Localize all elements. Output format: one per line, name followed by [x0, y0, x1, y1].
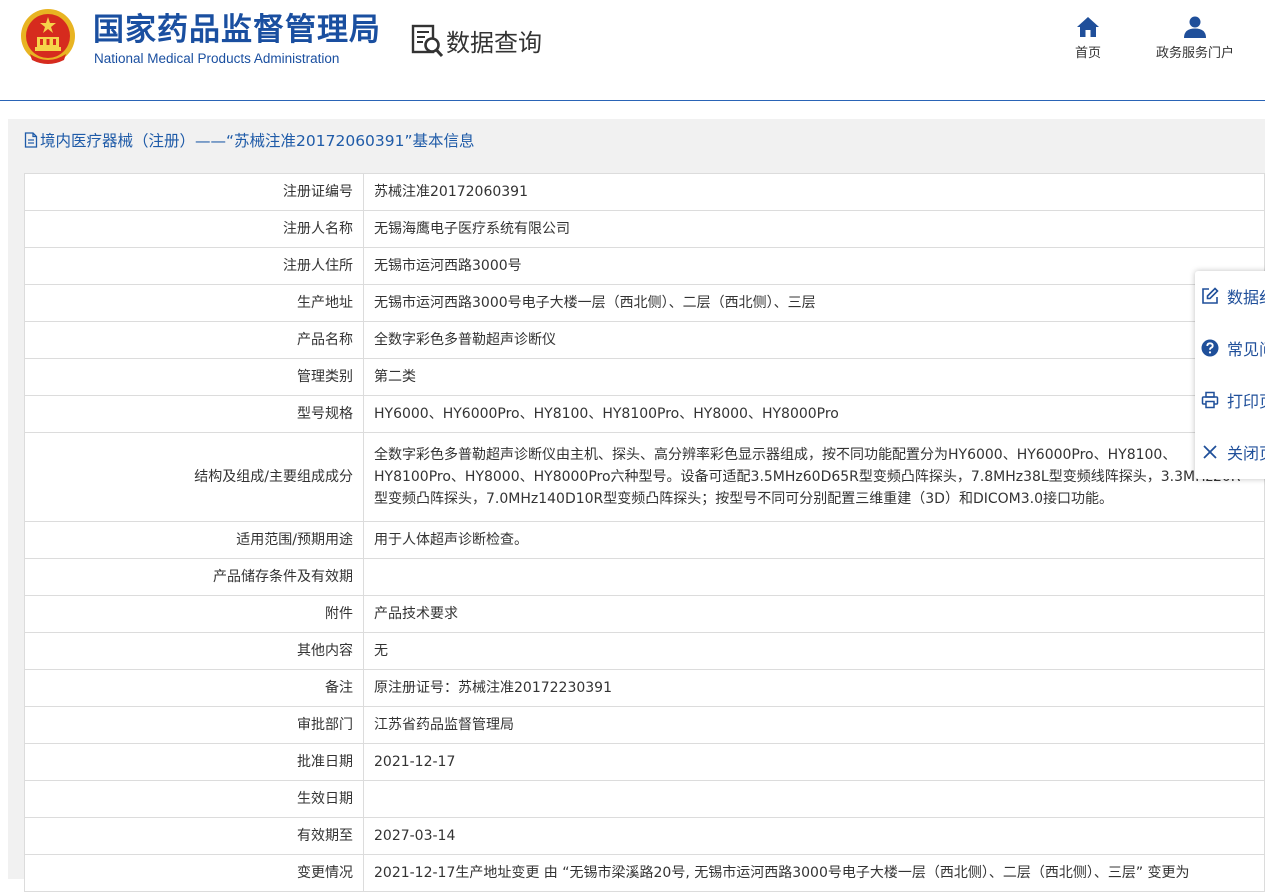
- table-row: 有效期至 2027-03-14: [24, 817, 1265, 855]
- national-emblem-icon: [21, 9, 75, 64]
- print-label: 打印页面: [1227, 392, 1265, 411]
- field-value: [363, 558, 1265, 596]
- data-correction-button[interactable]: 数据纠错: [1201, 284, 1265, 308]
- table-row: 管理类别 第二类: [24, 358, 1265, 396]
- field-label: 批准日期: [24, 743, 364, 781]
- field-value: 全数字彩色多普勒超声诊断仪: [363, 321, 1265, 359]
- field-value: 第二类: [363, 358, 1265, 396]
- field-value: 全数字彩色多普勒超声诊断仪由主机、探头、高分辨率彩色显示器组成，按不同功能配置分…: [363, 432, 1265, 522]
- table-row: 变更情况 2021-12-17生产地址变更 由 “无锡市梁溪路20号, 无锡市运河…: [24, 854, 1265, 892]
- edit-icon: [1202, 287, 1219, 304]
- brand-title-en: National Medical Products Administration: [94, 51, 340, 66]
- field-value: [363, 780, 1265, 818]
- field-label: 适用范围/预期用途: [24, 521, 364, 559]
- breadcrumb: 境内医疗器械（注册）——“苏械注准20172060391”基本信息: [24, 129, 475, 151]
- user-icon: [1184, 16, 1206, 38]
- print-button[interactable]: 打印页面: [1201, 388, 1265, 412]
- field-value: 苏械注准20172060391: [363, 173, 1265, 211]
- field-value: 江苏省药品监督管理局: [363, 706, 1265, 744]
- field-label: 审批部门: [24, 706, 364, 744]
- device-info-table: 注册证编号 苏械注准20172060391 注册人名称 无锡海鹰电子医疗系统有限公司…: [24, 173, 1265, 892]
- field-value: 无锡市运河西路3000号: [363, 247, 1265, 285]
- data-correction-label: 数据纠错: [1227, 288, 1265, 307]
- data-query-label: 数据查询: [446, 28, 542, 57]
- field-label: 生效日期: [24, 780, 364, 818]
- field-label: 注册人名称: [24, 210, 364, 248]
- close-icon: [1203, 445, 1217, 459]
- field-value: 用于人体超声诊断检查。: [363, 521, 1265, 559]
- field-value: 无锡海鹰电子医疗系统有限公司: [363, 210, 1265, 248]
- field-label: 附件: [24, 595, 364, 633]
- table-row: 批准日期 2021-12-17: [24, 743, 1265, 781]
- faq-label: 常见问题: [1227, 340, 1265, 359]
- field-label: 注册证编号: [24, 173, 364, 211]
- nav-portal-link[interactable]: 政务服务门户: [1145, 16, 1245, 61]
- close-page-button[interactable]: 关闭页面: [1201, 440, 1265, 464]
- close-page-label: 关闭页面: [1227, 444, 1265, 463]
- table-row: 其他内容无: [24, 632, 1265, 670]
- brand-title-cn: 国家药品监督管理局: [93, 12, 381, 48]
- document-icon: [24, 132, 38, 148]
- field-value: 无: [363, 632, 1265, 670]
- table-row: 产品名称 全数字彩色多普勒超声诊断仪: [24, 321, 1265, 359]
- field-label: 备注: [24, 669, 364, 707]
- table-row: 生效日期: [24, 780, 1265, 818]
- field-label: 注册人住所: [24, 247, 364, 285]
- table-row: 附件 产品技术要求: [24, 595, 1265, 633]
- table-row: 注册人名称 无锡海鹰电子医疗系统有限公司: [24, 210, 1265, 248]
- table-row: 适用范围/预期用途 用于人体超声诊断检查。: [24, 521, 1265, 559]
- field-label: 型号规格: [24, 395, 364, 433]
- field-value: 2021-12-17生产地址变更 由 “无锡市梁溪路20号, 无锡市运河西路30…: [363, 854, 1265, 892]
- home-icon: [1077, 17, 1099, 37]
- field-value: 产品技术要求: [363, 595, 1265, 633]
- field-label: 产品储存条件及有效期: [24, 558, 364, 596]
- field-label: 结构及组成/主要组成成分: [24, 432, 364, 522]
- site-header: 国家药品监督管理局 National Medical Products Admi…: [0, 0, 1265, 101]
- field-label: 产品名称: [24, 321, 364, 359]
- field-value: 无锡市运河西路3000号电子大楼一层（西北侧）、二层（西北侧）、三层: [363, 284, 1265, 322]
- nav-portal-label: 政务服务门户: [1155, 46, 1234, 61]
- field-label: 管理类别: [24, 358, 364, 396]
- field-label: 有效期至: [24, 817, 364, 855]
- table-row: 审批部门 江苏省药品监督管理局: [24, 706, 1265, 744]
- field-value: 2027-03-14: [363, 817, 1265, 855]
- question-icon: [1201, 339, 1219, 357]
- table-row: 型号规格 HY6000、HY6000Pro、HY8100、HY8100Pro、HY…: [24, 395, 1265, 433]
- faq-button[interactable]: 常见问题: [1201, 336, 1265, 360]
- floating-tool-menu: 数据纠错 常见问题 打印页面 关闭页面: [1195, 271, 1265, 479]
- field-label: 其他内容: [24, 632, 364, 670]
- nav-home-link[interactable]: 首页: [1068, 16, 1108, 61]
- field-label: 变更情况: [24, 854, 364, 892]
- breadcrumb-text: 境内医疗器械（注册）——“苏械注准20172060391”基本信息: [40, 132, 475, 150]
- table-row: 备注 原注册证号：苏械注准20172230391: [24, 669, 1265, 707]
- table-row: 注册证编号 苏械注准20172060391: [24, 173, 1265, 211]
- field-value: 原注册证号：苏械注准20172230391: [363, 669, 1265, 707]
- nav-home-label: 首页: [1074, 46, 1101, 61]
- print-icon: [1201, 391, 1219, 409]
- table-row: 生产地址 无锡市运河西路3000号电子大楼一层（西北侧）、二层（西北侧）、三层: [24, 284, 1265, 322]
- field-value: 2021-12-17: [363, 743, 1265, 781]
- data-query-title: 数据查询: [410, 22, 542, 58]
- table-row: 结构及组成/主要组成成分 全数字彩色多普勒超声诊断仪由主机、探头、高分辨率彩色显示…: [24, 432, 1265, 522]
- table-row: 产品储存条件及有效期: [24, 558, 1265, 596]
- field-value: HY6000、HY6000Pro、HY8100、HY8100Pro、HY8000…: [363, 395, 1265, 433]
- table-row: 注册人住所 无锡市运河西路3000号: [24, 247, 1265, 285]
- field-label: 生产地址: [24, 284, 364, 322]
- search-document-icon: [411, 24, 444, 58]
